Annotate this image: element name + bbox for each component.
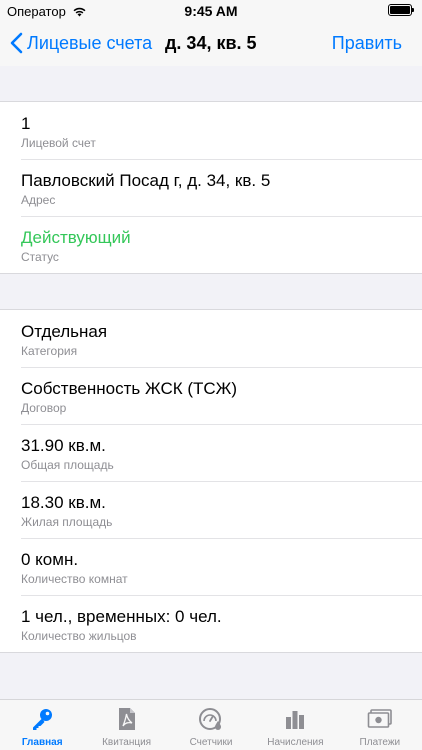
tab-charges-label: Начисления <box>267 737 324 748</box>
total-area-label: Общая площадь <box>21 458 114 472</box>
tab-payments[interactable]: Платежи <box>338 700 422 750</box>
account-number-label: Лицевой счет <box>21 136 96 150</box>
contract-label: Договор <box>21 401 67 415</box>
living-area-label: Жилая площадь <box>21 515 113 529</box>
tab-home[interactable]: Главная <box>0 700 84 750</box>
account-number-value: 1 <box>21 114 31 133</box>
tab-payments-label: Платежи <box>359 737 401 748</box>
tab-charges[interactable]: Начисления <box>253 700 337 750</box>
list-item-status[interactable]: Действующий Статус <box>0 216 422 273</box>
status-bar: Оператор 9:45 AM <box>0 0 422 22</box>
list-item-rooms[interactable]: 0 комн. Количество комнат <box>0 538 422 595</box>
key-icon <box>33 709 53 730</box>
list-item-address[interactable]: Павловский Посад г, д. 34, кв. 5 Адрес <box>0 159 422 216</box>
meter-icon <box>199 708 222 730</box>
residents-label: Количество жильцов <box>21 629 137 643</box>
status-label: Статус <box>21 250 59 264</box>
page-title: д. 34, кв. 5 <box>165 33 257 53</box>
banknote-icon <box>367 709 392 728</box>
address-label: Адрес <box>21 193 56 207</box>
rooms-label: Количество комнат <box>21 572 128 586</box>
tab-meters-label: Счетчики <box>189 737 233 748</box>
list-item-account-number[interactable]: 1 Лицевой счет <box>0 102 422 159</box>
list-item-residents[interactable]: 1 чел., временных: 0 чел. Количество жил… <box>0 595 422 652</box>
total-area-value: 31.90 кв.м. <box>21 436 106 455</box>
chevron-left-icon <box>10 32 23 54</box>
status-time: 9:45 AM <box>184 3 238 19</box>
edit-button[interactable]: Править <box>332 33 402 54</box>
category-label: Категория <box>21 344 78 358</box>
status-value: Действующий <box>21 228 131 247</box>
tab-bar: Главная Квитанция Счетчики Начисления Пл… <box>0 699 422 750</box>
list-item-contract[interactable]: Собственность ЖСК (ТСЖ) Договор <box>0 367 422 424</box>
list-item-category[interactable]: Отдельная Категория <box>0 310 422 367</box>
tab-meters[interactable]: Счетчики <box>169 700 253 750</box>
back-button-label: Лицевые счета <box>27 32 153 53</box>
property-details-section: Отдельная Категория Собственность ЖСК (Т… <box>0 309 422 653</box>
category-value: Отдельная <box>21 322 108 341</box>
back-button[interactable]: Лицевые счета <box>10 32 152 54</box>
account-info-section: 1 Лицевой счет Павловский Посад г, д. 34… <box>0 101 422 274</box>
living-area-value: 18.30 кв.м. <box>21 493 106 512</box>
tab-home-label: Главная <box>21 737 63 748</box>
contract-value: Собственность ЖСК (ТСЖ) <box>21 379 238 398</box>
address-value: Павловский Посад г, д. 34, кв. 5 <box>21 171 271 190</box>
navigation-bar: Лицевые счета д. 34, кв. 5 Править <box>0 22 422 66</box>
rooms-value: 0 комн. <box>21 550 79 569</box>
pdf-document-icon <box>118 708 135 730</box>
residents-value: 1 чел., временных: 0 чел. <box>21 607 222 626</box>
battery-icon <box>388 4 414 16</box>
tab-receipt[interactable]: Квитанция <box>84 700 168 750</box>
tab-receipt-label: Квитанция <box>102 737 152 748</box>
list-item-living-area[interactable]: 18.30 кв.м. Жилая площадь <box>0 481 422 538</box>
list-item-total-area[interactable]: 31.90 кв.м. Общая площадь <box>0 424 422 481</box>
bar-chart-icon <box>286 711 305 729</box>
